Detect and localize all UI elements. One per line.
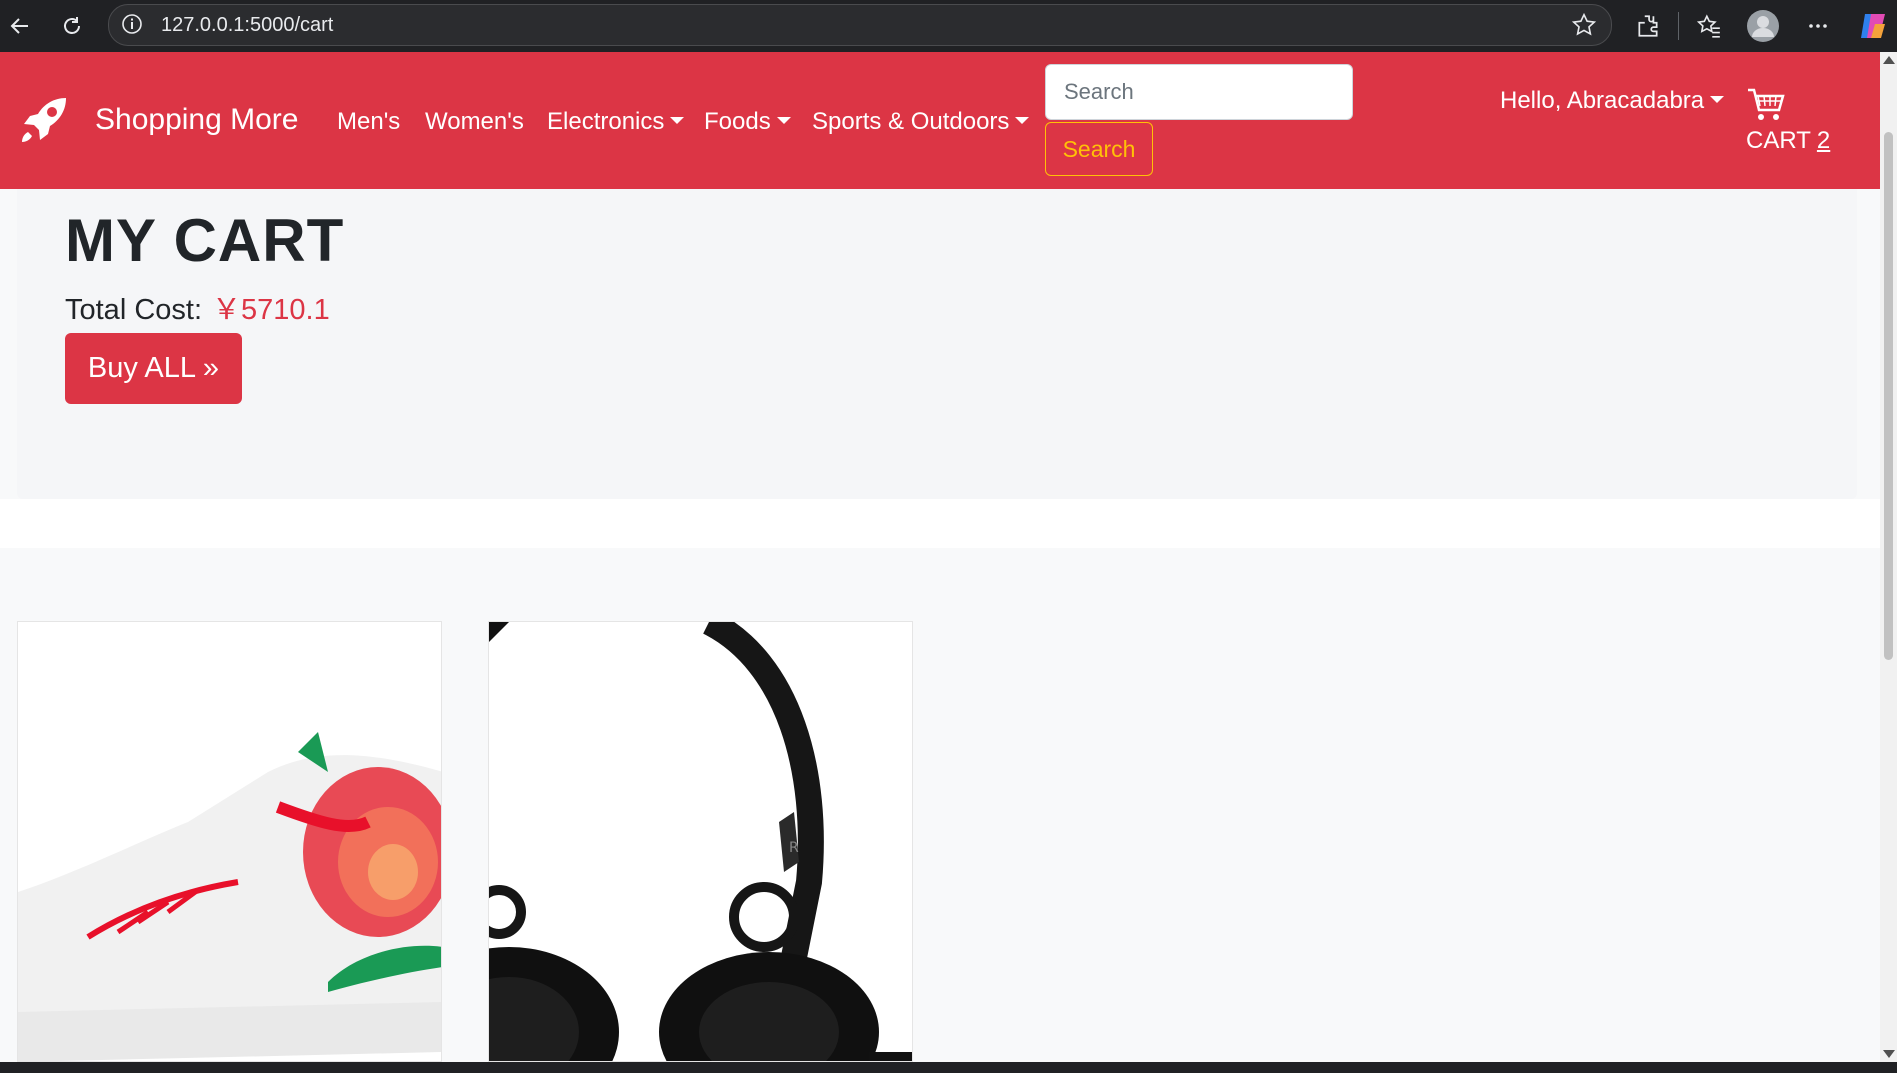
cart-label: CART bbox=[1746, 127, 1811, 154]
nav-foods-label: Foods bbox=[704, 108, 771, 135]
svg-text:R: R bbox=[789, 840, 799, 856]
nav-foods-dropdown[interactable]: Foods bbox=[704, 108, 791, 136]
nav-mens[interactable]: Men's bbox=[337, 108, 400, 136]
more-menu-icon[interactable] bbox=[1800, 8, 1836, 44]
shopping-cart-icon[interactable] bbox=[1746, 87, 1786, 128]
scroll-thumb[interactable] bbox=[1884, 132, 1893, 660]
caret-down-icon bbox=[1710, 96, 1725, 104]
back-icon[interactable] bbox=[2, 8, 38, 44]
caret-down-icon bbox=[670, 117, 685, 125]
page-scrollbar[interactable] bbox=[1880, 52, 1897, 1062]
profile-avatar-icon[interactable] bbox=[1745, 8, 1781, 44]
search-button[interactable]: Search bbox=[1045, 122, 1153, 176]
user-menu-dropdown[interactable]: Hello, Abracadabra bbox=[1500, 87, 1725, 115]
window-bottom-edge bbox=[0, 1062, 1897, 1073]
rocket-icon[interactable] bbox=[16, 92, 72, 153]
nav-womens[interactable]: Women's bbox=[425, 108, 524, 136]
nav-electronics-label: Electronics bbox=[547, 108, 665, 135]
total-cost-label: Total Cost: bbox=[65, 294, 202, 326]
favorites-icon[interactable] bbox=[1691, 8, 1727, 44]
extensions-icon[interactable] bbox=[1630, 8, 1666, 44]
product-card[interactable]: R bbox=[488, 621, 913, 1062]
sneaker-image bbox=[18, 622, 441, 1061]
cart-count: 2 bbox=[1816, 127, 1831, 154]
toolbar-divider bbox=[1678, 12, 1679, 40]
search-input[interactable]: Search bbox=[1045, 64, 1353, 120]
browser-toolbar: 127.0.0.1:5000/cart bbox=[0, 0, 1897, 52]
headphones-image: R bbox=[489, 622, 912, 1061]
nav-sports-dropdown[interactable]: Sports & Outdoors bbox=[812, 108, 1030, 136]
address-bar[interactable]: 127.0.0.1:5000/cart bbox=[108, 4, 1612, 46]
page-title: MY CART bbox=[65, 207, 345, 274]
brand-name[interactable]: Shopping More bbox=[95, 103, 298, 137]
buy-all-button[interactable]: Buy ALL » bbox=[65, 333, 242, 404]
product-card[interactable] bbox=[17, 621, 442, 1062]
user-greeting: Hello, Abracadabra bbox=[1500, 87, 1705, 114]
reload-icon[interactable] bbox=[54, 8, 90, 44]
total-cost: Total Cost: ￥5710.1 bbox=[65, 286, 330, 328]
nav-sports-label: Sports & Outdoors bbox=[812, 108, 1010, 135]
total-cost-value: ￥5710.1 bbox=[212, 294, 330, 326]
scroll-up-arrow-icon[interactable] bbox=[1883, 56, 1895, 64]
site-navbar: Shopping More Men's Women's Electronics … bbox=[0, 52, 1880, 189]
section-divider bbox=[0, 499, 1880, 548]
caret-down-icon bbox=[1015, 117, 1030, 125]
caret-down-icon bbox=[776, 117, 791, 125]
nav-electronics-dropdown[interactable]: Electronics bbox=[547, 108, 685, 136]
copilot-icon[interactable] bbox=[1855, 8, 1891, 44]
scroll-down-arrow-icon[interactable] bbox=[1883, 1050, 1895, 1058]
cart-link[interactable]: CART 2 bbox=[1746, 127, 1830, 155]
favorite-star-icon[interactable] bbox=[1571, 12, 1597, 43]
site-info-icon[interactable] bbox=[121, 13, 143, 40]
url-text: 127.0.0.1:5000/cart bbox=[161, 13, 334, 36]
